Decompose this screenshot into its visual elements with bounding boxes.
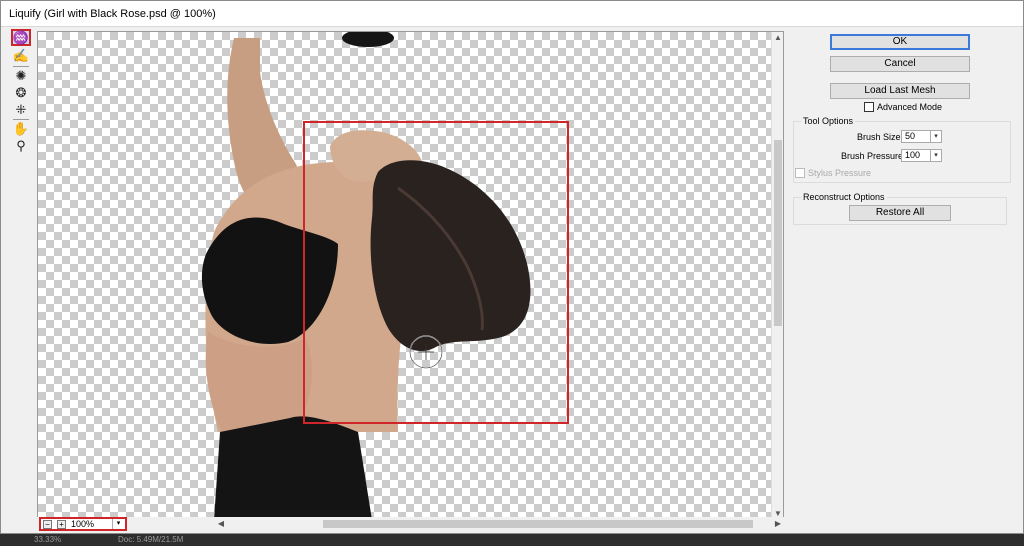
horizontal-scroll-thumb[interactable] <box>323 520 753 528</box>
status-zoom-text: 33.33% <box>34 535 62 544</box>
forward-warp-tool[interactable]: ♒ <box>11 29 31 46</box>
reconstruct-options-title: Reconstruct Options <box>801 192 887 202</box>
reconstruct-tool[interactable]: ✍ <box>11 47 31 64</box>
status-doc-text: Doc: 5.49M/21.5M <box>118 535 184 544</box>
brush-pressure-label: Brush Pressure: <box>841 151 906 161</box>
brush-size-value: 50 <box>905 131 916 141</box>
scroll-left-icon[interactable]: ◀ <box>215 518 227 530</box>
transparency-grid <box>38 32 772 518</box>
status-strip: 33.33% Doc: 5.49M/21.5M <box>0 534 1024 546</box>
pucker-icon: ❂ <box>15 84 27 100</box>
tool-strip: ♒ ✍ ✺ ❂ ⁜ ✋ ⚲ <box>9 29 35 159</box>
advanced-mode-checkbox[interactable] <box>864 102 874 112</box>
twirl-icon: ✺ <box>15 67 27 83</box>
liquify-dialog: Liquify (Girl with Black Rose.psd @ 100%… <box>0 0 1024 534</box>
brush-pressure-field[interactable]: 100 ▾ <box>901 149 942 162</box>
lower-clothing-image <box>214 416 372 518</box>
horizontal-scrollbar[interactable]: ◀ ▶ <box>215 518 784 530</box>
advanced-mode-label: Advanced Mode <box>877 102 943 112</box>
bloat-icon: ⁜ <box>15 101 27 117</box>
title-bar: Liquify (Girl with Black Rose.psd @ 100%… <box>1 1 1023 27</box>
scroll-right-icon[interactable]: ▶ <box>772 518 784 530</box>
chevron-down-icon[interactable]: ▾ <box>112 519 124 529</box>
chevron-down-icon[interactable]: ▾ <box>930 150 941 161</box>
brush-pressure-value: 100 <box>905 150 921 160</box>
brush-size-label: Brush Size: <box>857 132 904 142</box>
zoom-tool[interactable]: ⚲ <box>11 137 31 154</box>
photo-layer <box>201 32 569 518</box>
zoom-level[interactable]: 100% <box>71 519 94 530</box>
restore-all-button[interactable]: Restore All <box>849 205 951 221</box>
vertical-scroll-thumb[interactable] <box>774 140 782 326</box>
zoom-icon: ⚲ <box>16 137 26 153</box>
chevron-down-icon[interactable]: ▾ <box>930 131 941 142</box>
brush-icon: ✍ <box>12 47 30 63</box>
zoom-control: − + 100% ▾ <box>39 517 127 531</box>
hand-icon: ✋ <box>12 120 30 136</box>
scroll-up-icon[interactable]: ▲ <box>772 32 783 44</box>
black-rose-image <box>342 32 394 47</box>
twirl-tool[interactable]: ✺ <box>11 67 31 84</box>
vertical-scrollbar[interactable]: ▲ ▼ <box>771 32 783 518</box>
dialog-title: Liquify (Girl with Black Rose.psd @ 100%… <box>9 8 216 20</box>
brush-size-field[interactable]: 50 ▾ <box>901 130 942 143</box>
bottom-bar: − + 100% ▾ ◀ ▶ <box>37 517 784 531</box>
options-panel: OK Cancel Load Last Mesh Advanced Mode T… <box>789 31 1017 511</box>
stylus-pressure-checkbox[interactable] <box>795 168 805 178</box>
load-last-mesh-button[interactable]: Load Last Mesh <box>830 83 970 99</box>
warp-icon: ♒ <box>12 29 30 45</box>
hair-image <box>370 160 531 352</box>
bloat-tool[interactable]: ⁜ <box>11 101 31 118</box>
hand-tool[interactable]: ✋ <box>11 120 31 137</box>
zoom-out-button[interactable]: − <box>43 520 52 529</box>
tool-options-title: Tool Options <box>801 116 856 126</box>
pucker-tool[interactable]: ❂ <box>11 84 31 101</box>
cancel-button[interactable]: Cancel <box>830 56 970 72</box>
preview-canvas[interactable]: ▲ ▼ <box>37 31 784 519</box>
ok-button[interactable]: OK <box>830 34 970 50</box>
stylus-pressure-label: Stylus Pressure <box>808 168 872 178</box>
zoom-in-button[interactable]: + <box>57 520 66 529</box>
